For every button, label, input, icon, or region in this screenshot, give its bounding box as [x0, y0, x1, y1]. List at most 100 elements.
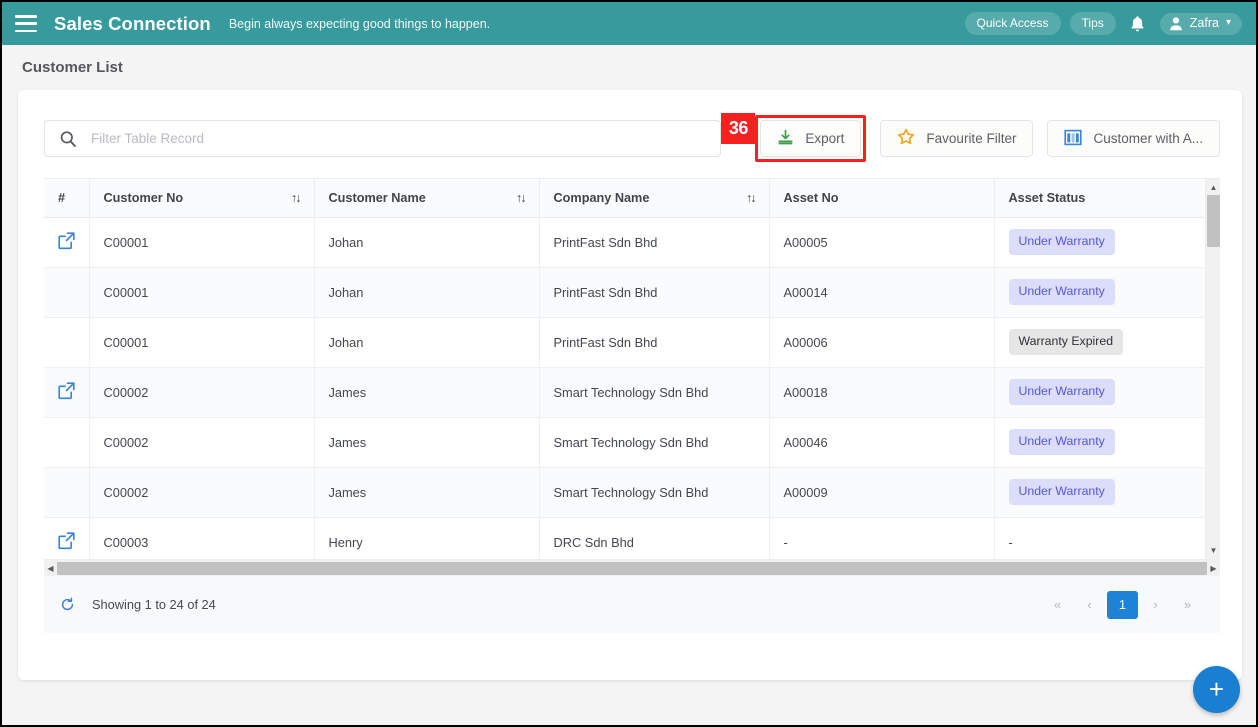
scroll-right-icon[interactable]: ▶	[1207, 564, 1220, 573]
cell-asset-no: A00006	[769, 317, 995, 368]
external-link-icon[interactable]	[57, 531, 76, 550]
scroll-left-icon[interactable]: ◀	[44, 564, 57, 573]
column-header-company-name-label: Company Name	[553, 190, 650, 205]
sort-icon-customer-no[interactable]: ↑↓	[291, 191, 301, 205]
tips-button[interactable]: Tips	[1069, 12, 1116, 35]
sort-icon-company-name[interactable]: ↑↓	[746, 191, 756, 205]
refresh-icon[interactable]	[60, 597, 75, 612]
cell-customer-no: C00001	[89, 267, 315, 318]
table-row[interactable]: C00003 Henry DRC Sdn Bhd - -	[44, 517, 1204, 559]
cell-asset-status: Under Warranty	[994, 417, 1204, 468]
user-name-label: Zafra	[1189, 16, 1219, 30]
annotation-step-badge: 36	[721, 113, 756, 144]
user-menu[interactable]: Zafra ▾	[1159, 12, 1242, 35]
cell-customer-no: C00002	[89, 467, 315, 518]
favourite-filter-button[interactable]: Favourite Filter	[880, 120, 1034, 157]
column-header-customer-no[interactable]: Customer No ↑↓	[89, 179, 315, 218]
cell-company-name: DRC Sdn Bhd	[539, 517, 770, 559]
status-badge: Under Warranty	[1008, 379, 1115, 405]
status-badge: Under Warranty	[1008, 479, 1115, 505]
table-head: # Customer No ↑↓ Customer Name ↑↓ Compan…	[44, 179, 1204, 218]
search-icon	[59, 130, 77, 148]
filter-search-box[interactable]	[44, 120, 722, 157]
column-header-customer-no-label: Customer No	[103, 190, 184, 205]
cell-company-name: PrintFast Sdn Bhd	[539, 217, 770, 268]
row-index-cell	[44, 367, 90, 418]
column-header-company-name[interactable]: Company Name ↑↓	[539, 179, 770, 218]
export-label: Export	[805, 131, 845, 146]
status-badge: Under Warranty	[1008, 229, 1115, 255]
external-link-icon[interactable]	[57, 231, 76, 250]
table-toolbar: 36 Export	[18, 90, 1242, 162]
cell-asset-no: -	[769, 517, 995, 559]
column-header-customer-name[interactable]: Customer Name ↑↓	[314, 179, 540, 218]
cell-customer-name: James	[314, 467, 540, 518]
table-row[interactable]: C00002 James Smart Technology Sdn Bhd A0000…	[44, 467, 1204, 518]
columns-icon	[1064, 129, 1083, 149]
pager-page-1[interactable]: 1	[1107, 590, 1138, 619]
showing-records-text: Showing 1 to 24 of 24	[92, 597, 216, 612]
table-row[interactable]: C00001 Johan PrintFast Sdn Bhd A00006 Warran…	[44, 317, 1204, 368]
column-selector-label: Customer with A...	[1093, 131, 1203, 146]
pager-first[interactable]: «	[1043, 591, 1072, 619]
chevron-down-icon: ▾	[1225, 17, 1231, 28]
cell-asset-status: Under Warranty	[994, 217, 1204, 268]
favourite-filter-label: Favourite Filter	[926, 131, 1017, 146]
cell-asset-status: Warranty Expired	[994, 317, 1204, 368]
add-new-button[interactable]: +	[1193, 666, 1240, 713]
star-icon	[897, 128, 915, 149]
cell-asset-no: A00009	[769, 467, 995, 518]
external-link-icon[interactable]	[57, 381, 76, 400]
download-icon	[777, 129, 794, 149]
column-header-asset-no-label: Asset No	[783, 190, 839, 205]
sort-icon-customer-name[interactable]: ↑↓	[516, 191, 526, 205]
cell-customer-no: C00001	[89, 317, 315, 368]
column-header-asset-status[interactable]: Asset Status	[994, 179, 1204, 218]
cell-asset-status: Under Warranty	[994, 367, 1204, 418]
export-button[interactable]: Export	[760, 120, 862, 157]
pager-next[interactable]: ›	[1141, 591, 1170, 619]
column-header-index: #	[44, 179, 90, 218]
column-selector-button[interactable]: Customer with A...	[1047, 120, 1220, 157]
topbar-actions: Quick Access Tips Zafra ▾	[964, 11, 1242, 37]
cell-customer-no: C00003	[89, 517, 315, 559]
table-scroll-viewport: # Customer No ↑↓ Customer Name ↑↓ Compan…	[44, 179, 1204, 559]
cell-customer-name: Johan	[314, 217, 540, 268]
column-header-asset-no[interactable]: Asset No	[769, 179, 995, 218]
page-title: Customer List	[22, 59, 123, 76]
cell-asset-no: A00046	[769, 417, 995, 468]
cell-asset-status: Under Warranty	[994, 467, 1204, 518]
table-row[interactable]: C00001 Johan PrintFast Sdn Bhd A00014 Under …	[44, 267, 1204, 318]
row-index-cell	[44, 217, 90, 268]
app-brand-title: Sales Connection	[54, 12, 211, 34]
app-window: Sales Connection Begin always expecting …	[0, 0, 1258, 727]
search-input[interactable]	[91, 131, 721, 146]
table-row[interactable]: C00002 James Smart Technology Sdn Bhd A0004…	[44, 417, 1204, 468]
status-badge: Under Warranty	[1008, 429, 1115, 455]
column-header-asset-status-label: Asset Status	[1008, 190, 1086, 205]
scroll-up-icon[interactable]: ▲	[1206, 180, 1221, 195]
pager-last[interactable]: »	[1173, 591, 1202, 619]
table-vertical-scrollbar[interactable]: ▲ ▼	[1205, 179, 1220, 559]
cell-customer-no: C00002	[89, 417, 315, 468]
vertical-scroll-thumb[interactable]	[1207, 195, 1220, 247]
horizontal-scroll-thumb[interactable]	[57, 561, 1207, 575]
status-badge: Under Warranty	[1008, 279, 1115, 305]
scroll-down-icon[interactable]: ▼	[1206, 543, 1221, 558]
table-row[interactable]: C00002 James Smart Technology Sdn Bhd A0001…	[44, 367, 1204, 418]
customer-table: # Customer No ↑↓ Customer Name ↑↓ Compan…	[44, 179, 1204, 559]
cell-customer-name: James	[314, 417, 540, 468]
table-row[interactable]: C00001 Johan PrintFast Sdn Bhd A00005 Under …	[44, 217, 1204, 268]
table-horizontal-scrollbar[interactable]: ◀ ▶	[44, 559, 1220, 576]
row-index-cell	[44, 267, 90, 318]
pager-prev[interactable]: ‹	[1075, 591, 1104, 619]
cell-asset-no: A00018	[769, 367, 995, 418]
quick-access-button[interactable]: Quick Access	[964, 12, 1061, 35]
cell-customer-name: Henry	[314, 517, 540, 559]
page-header: Customer List	[2, 45, 1256, 90]
cell-asset-no: A00014	[769, 267, 995, 318]
bell-icon[interactable]	[1125, 11, 1151, 37]
table-header-row: # Customer No ↑↓ Customer Name ↑↓ Compan…	[44, 179, 1204, 218]
cell-company-name: Smart Technology Sdn Bhd	[539, 367, 770, 418]
hamburger-icon[interactable]	[15, 15, 37, 32]
